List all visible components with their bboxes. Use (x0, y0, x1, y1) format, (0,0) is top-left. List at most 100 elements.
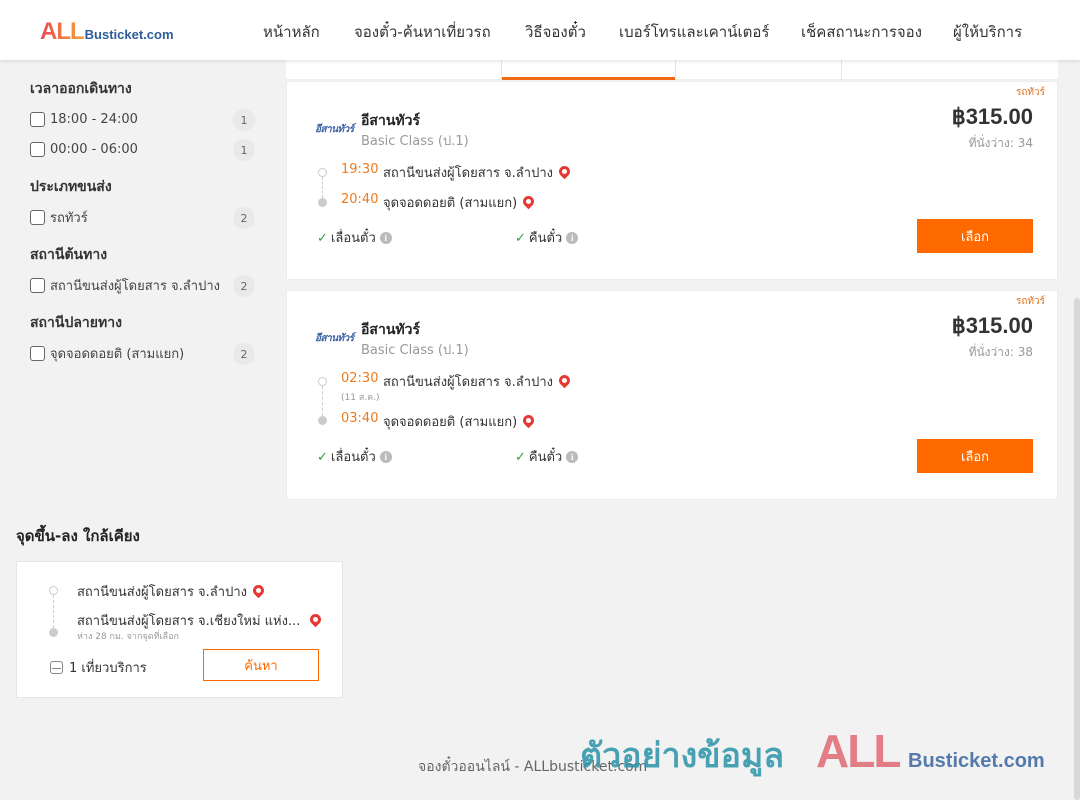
map-pin-icon[interactable] (556, 372, 573, 389)
route-start-dot (318, 377, 327, 386)
info-icon[interactable]: i (566, 232, 579, 244)
nearby-destination: สถานีขนส่งผู้โดยสาร จ.เชียงใหม่ แห่ง... (77, 610, 324, 631)
filter-option-label: 00:00 - 06:00 (50, 141, 138, 157)
feature-change-ticket: ✓ เลื่อนตั๋ว i (317, 446, 392, 467)
filter-option[interactable]: จุดจอดดอยติ (สามแยก) 2 (30, 338, 260, 368)
filter-group-origin: สถานีต้นทาง สถานีขนส่งผู้โดยสาร จ.ลำปาง … (30, 244, 260, 300)
filter-title: ประเภทขนส่ง (30, 179, 112, 195)
filter-option[interactable]: 00:00 - 06:00 1 (30, 134, 260, 164)
filter-checkbox[interactable] (30, 345, 45, 361)
arrival-station-label: จุดจอดดอยติ (สามแยก) (383, 415, 518, 430)
route-line (53, 595, 54, 628)
main-nav: หน้าหลัก จองตั๋ว-ค้นหาเที่ยวรถ วิธีจองตั… (0, 20, 1080, 42)
filter-option[interactable]: รถทัวร์ 2 (30, 202, 260, 232)
trip-card: รถทัวร์ อีสานทัวร์ อีสานทัวร์ Basic Clas… (286, 81, 1058, 280)
filter-checkbox[interactable] (30, 277, 45, 293)
filter-checkbox[interactable] (30, 209, 45, 225)
nearby-destination-label: สถานีขนส่งผู้โดยสาร จ.เชียงใหม่ แห่ง... (77, 614, 301, 629)
filter-option-label: รถทัวร์ (50, 210, 88, 226)
filter-group-destination: สถานีปลายทาง จุดจอดดอยติ (สามแยก) 2 (30, 312, 260, 368)
filter-checkbox[interactable] (30, 141, 45, 157)
filter-option[interactable]: 18:00 - 24:00 1 (30, 104, 260, 134)
tab-divider (841, 60, 842, 80)
check-icon: ✓ (317, 450, 328, 465)
seat-class: Basic Class (ป.1) (361, 134, 469, 149)
select-trip-button[interactable]: เลือก (917, 219, 1033, 253)
check-icon: ✓ (515, 231, 526, 246)
arrival-time: 20:40 (341, 192, 379, 207)
departure-station-label: สถานีขนส่งผู้โดยสาร จ.ลำปาง (383, 166, 553, 181)
arrival-time: 03:40 (341, 411, 379, 426)
filter-count-badge: 1 (233, 139, 255, 161)
map-pin-icon[interactable] (250, 582, 267, 599)
info-icon[interactable]: i (379, 232, 392, 244)
operator-name: อีสานทัวร์ (361, 113, 420, 129)
route-end-dot (49, 628, 58, 637)
departure-station-label: สถานีขนส่งผู้โดยสาร จ.ลำปาง (383, 375, 553, 390)
operator-logo: อีสานทัวร์ (315, 124, 354, 135)
departure-station: สถานีขนส่งผู้โดยสาร จ.ลำปาง (383, 371, 573, 392)
nav-check-status[interactable]: เช็คสถานะการจอง (801, 20, 922, 44)
departure-date: (11 ส.ค.) (341, 393, 380, 403)
map-pin-icon[interactable] (556, 163, 573, 180)
nav-contact-counter[interactable]: เบอร์โทรและเคาน์เตอร์ (619, 20, 769, 44)
seats-available: ที่นั่งว่าง: 34 (968, 136, 1033, 150)
tab-divider (675, 60, 676, 80)
nav-operators[interactable]: ผู้ให้บริการ (953, 20, 1022, 44)
nearby-section-title: จุดขึ้น-ลง ใกล้เคียง (16, 527, 140, 545)
nav-home[interactable]: หน้าหลัก (263, 20, 320, 44)
map-pin-icon[interactable] (308, 611, 324, 628)
nav-how-to-book[interactable]: วิธีจองตั๋ว (525, 20, 586, 44)
ticket-price: ฿315.00 (951, 313, 1033, 338)
departure-time: 02:30 (341, 371, 379, 386)
route-line (322, 386, 323, 416)
feature-label: คืนตั๋ว (528, 231, 563, 246)
nav-book-search[interactable]: จองตั๋ว-ค้นหาเที่ยวรถ (354, 20, 491, 44)
select-trip-button[interactable]: เลือก (917, 439, 1033, 473)
feature-label: คืนตั๋ว (528, 450, 563, 465)
nearby-origin-label: สถานีขนส่งผู้โดยสาร จ.ลำปาง (77, 585, 247, 600)
operator-name: อีสานทัวร์ (361, 322, 420, 338)
map-pin-icon[interactable] (520, 412, 537, 429)
page-scrollbar[interactable] (1074, 298, 1080, 800)
seat-class: Basic Class (ป.1) (361, 343, 469, 358)
map-pin-icon[interactable] (520, 193, 537, 210)
trip-count-label: 1 เที่ยวบริการ (69, 661, 147, 676)
arrival-station: จุดจอดดอยติ (สามแยก) (383, 192, 537, 213)
operator-logo: อีสานทัวร์ (315, 333, 354, 344)
route-end-dot (318, 416, 327, 425)
filter-count-badge: 2 (233, 275, 255, 297)
feature-refund-ticket: ✓ คืนตั๋ว i (515, 227, 579, 248)
vehicle-type-tag: รถทัวร์ (1015, 87, 1045, 98)
route-line (322, 177, 323, 198)
ticket-price: ฿315.00 (951, 104, 1033, 129)
departure-station: สถานีขนส่งผู้โดยสาร จ.ลำปาง (383, 162, 573, 183)
info-icon[interactable]: i (379, 451, 392, 463)
feature-label: เลื่อนตั๋ว (330, 231, 376, 246)
feature-refund-ticket: ✓ คืนตั๋ว i (515, 446, 579, 467)
nearby-route-card: สถานีขนส่งผู้โดยสาร จ.ลำปาง สถานีขนส่งผู… (16, 561, 343, 698)
filter-title: เวลาออกเดินทาง (30, 81, 132, 97)
nearby-search-button[interactable]: ค้นหา (203, 649, 319, 681)
seats-available: ที่นั่งว่าง: 38 (968, 345, 1033, 359)
filter-sidebar: เวลาออกเดินทาง 18:00 - 24:00 1 00:00 - 0… (30, 78, 260, 380)
active-tab-indicator (502, 77, 675, 80)
filter-option-label: 18:00 - 24:00 (50, 111, 138, 127)
filter-option-label: สถานีขนส่งผู้โดยสาร จ.ลำปาง (50, 278, 220, 294)
vehicle-type-tag: รถทัวร์ (1015, 296, 1045, 307)
filter-group-departure-time: เวลาออกเดินทาง 18:00 - 24:00 1 00:00 - 0… (30, 78, 260, 164)
watermark-logo-all: ALL (816, 725, 901, 777)
check-icon: ✓ (515, 450, 526, 465)
nearby-origin: สถานีขนส่งผู้โดยสาร จ.ลำปาง (77, 581, 267, 602)
info-icon[interactable]: i (566, 451, 579, 463)
filter-option-label: จุดจอดดอยติ (สามแยก) (50, 346, 185, 362)
check-icon: ✓ (317, 231, 328, 246)
watermark-logo-brand: Busticket.com (908, 750, 1045, 772)
trip-card: รถทัวร์ อีสานทัวร์ อีสานทัวร์ Basic Clas… (286, 290, 1058, 500)
nearby-distance: ห่าง 28 กม. จากจุดที่เลือก (77, 632, 179, 642)
route-end-dot (318, 198, 327, 207)
filter-count-badge: 2 (233, 343, 255, 365)
filter-checkbox[interactable] (30, 111, 45, 127)
filter-group-transport-type: ประเภทขนส่ง รถทัวร์ 2 (30, 176, 260, 232)
filter-option[interactable]: สถานีขนส่งผู้โดยสาร จ.ลำปาง 2 (30, 270, 260, 300)
